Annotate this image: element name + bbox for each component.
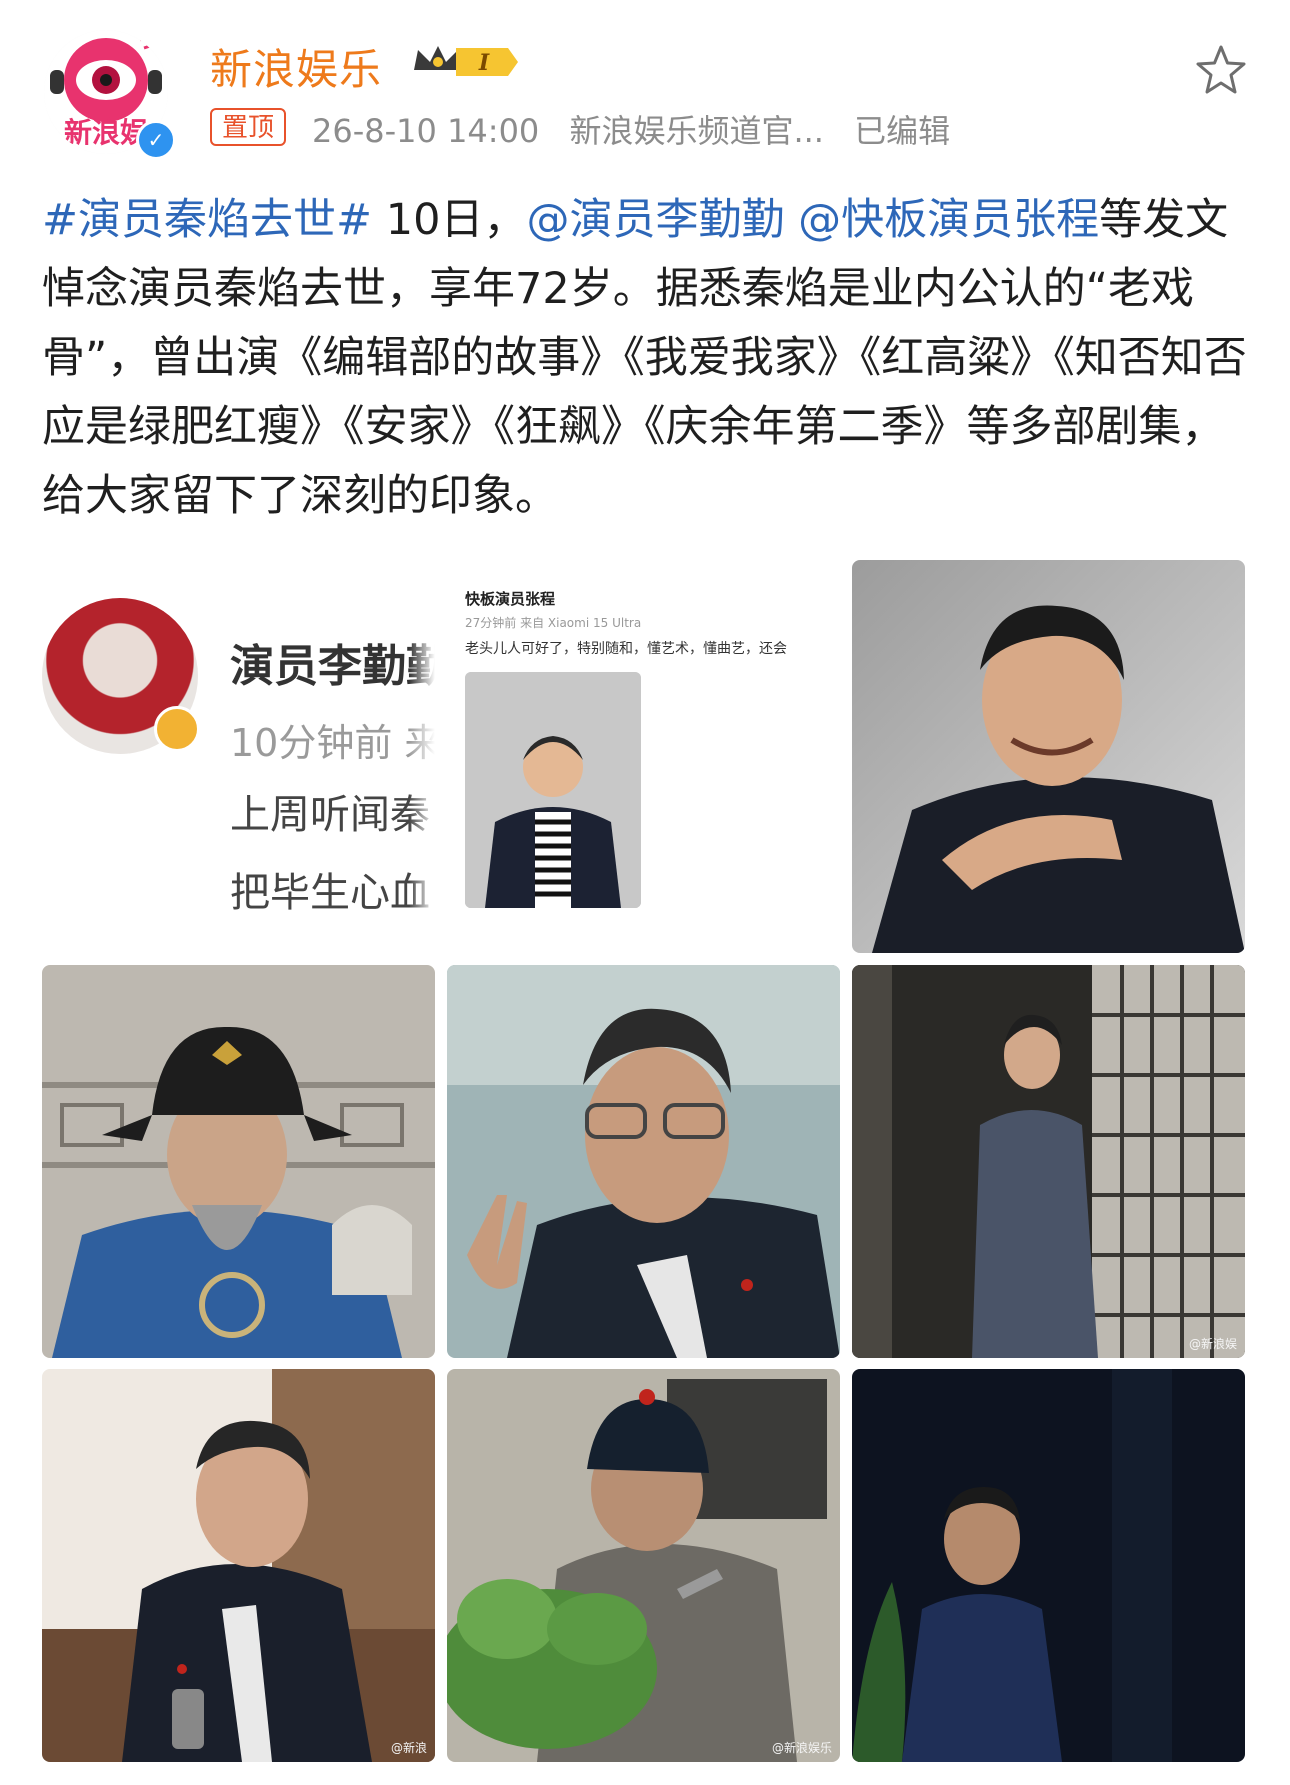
image-thumbnail[interactable]: 快板演员张程 27分钟前 来自 Xiaomi 15 Ultra 老头儿人可好了，…: [447, 560, 840, 953]
screenshot-text: 老头儿人可好了，特别随和，懂艺术，懂曲艺，还会: [465, 641, 787, 657]
image-thumbnail[interactable]: [852, 560, 1245, 953]
screenshot-time: 10分钟前 来: [230, 721, 435, 765]
portrait-photo: [852, 560, 1245, 953]
screenshot-username: 演员李勤勤: [230, 641, 435, 692]
watermark: @新浪: [390, 1741, 427, 1755]
edited-label[interactable]: 已编辑: [854, 112, 950, 150]
vip-crown-icon: I: [414, 46, 518, 76]
mention-link[interactable]: @演员李勤勤: [526, 195, 784, 245]
image-grid: 演员李勤勤 10分钟前 来 上周听闻秦 把毕生心血 快板演员张程 27分钟前 来…: [42, 560, 1245, 1762]
portrait-photo: [42, 965, 435, 1358]
image-thumbnail[interactable]: 演员李勤勤 10分钟前 来 上周听闻秦 把毕生心血: [42, 560, 435, 953]
verified-badge-icon: ✓: [136, 120, 176, 160]
screenshot-time: 27分钟前 来自 Xiaomi 15 Ultra: [465, 616, 642, 630]
hashtag-link[interactable]: #演员秦焰去世#: [42, 195, 372, 245]
post-source[interactable]: 新浪娱乐频道官...: [569, 112, 824, 150]
mention-link[interactable]: @快板演员张程: [798, 195, 1099, 245]
portrait-photo: [852, 965, 1245, 1358]
image-thumbnail[interactable]: [42, 965, 435, 1358]
image-thumbnail[interactable]: @新浪娱: [852, 965, 1245, 1358]
watermark: @新浪娱: [1188, 1337, 1237, 1351]
post-timestamp: 26-8-10 14:00: [312, 112, 540, 150]
verified-badge-icon: [154, 706, 200, 752]
watermark: @新浪娱乐: [771, 1741, 832, 1755]
image-thumbnail[interactable]: [852, 1369, 1245, 1762]
vip-level: I: [478, 50, 490, 76]
post-text-date: 10日，: [372, 195, 527, 245]
screenshot-text: 把毕生心血: [230, 870, 430, 916]
portrait-photo: [465, 672, 641, 908]
image-thumbnail[interactable]: @新浪娱乐: [447, 1369, 840, 1762]
screenshot-username: 快板演员张程: [465, 590, 556, 608]
portrait-photo: [42, 1369, 435, 1762]
portrait-photo: [447, 1369, 840, 1762]
post-header: 新浪娱 ✓ 新浪娱乐 I 置顶 26-8-10 14:00 新浪娱乐频道官...…: [0, 0, 1290, 170]
screenshot-text: 上周听闻秦: [230, 792, 430, 838]
edge-fade: [409, 560, 435, 953]
portrait-photo: [447, 965, 840, 1358]
author-name[interactable]: 新浪娱乐: [210, 36, 382, 97]
screenshot-photo: [465, 672, 641, 908]
image-thumbnail[interactable]: @新浪: [42, 1369, 435, 1762]
portrait-photo: [852, 1369, 1245, 1762]
favorite-star-icon[interactable]: [1192, 42, 1250, 100]
post-body: #演员秦焰去世# 10日，@演员李勤勤 @快板演员张程等发文悼念演员秦焰去世，享…: [42, 186, 1252, 531]
pinned-badge: 置顶: [210, 108, 287, 146]
image-thumbnail[interactable]: [447, 965, 840, 1358]
post-meta: 26-8-10 14:00 新浪娱乐频道官... 已编辑: [312, 106, 970, 152]
